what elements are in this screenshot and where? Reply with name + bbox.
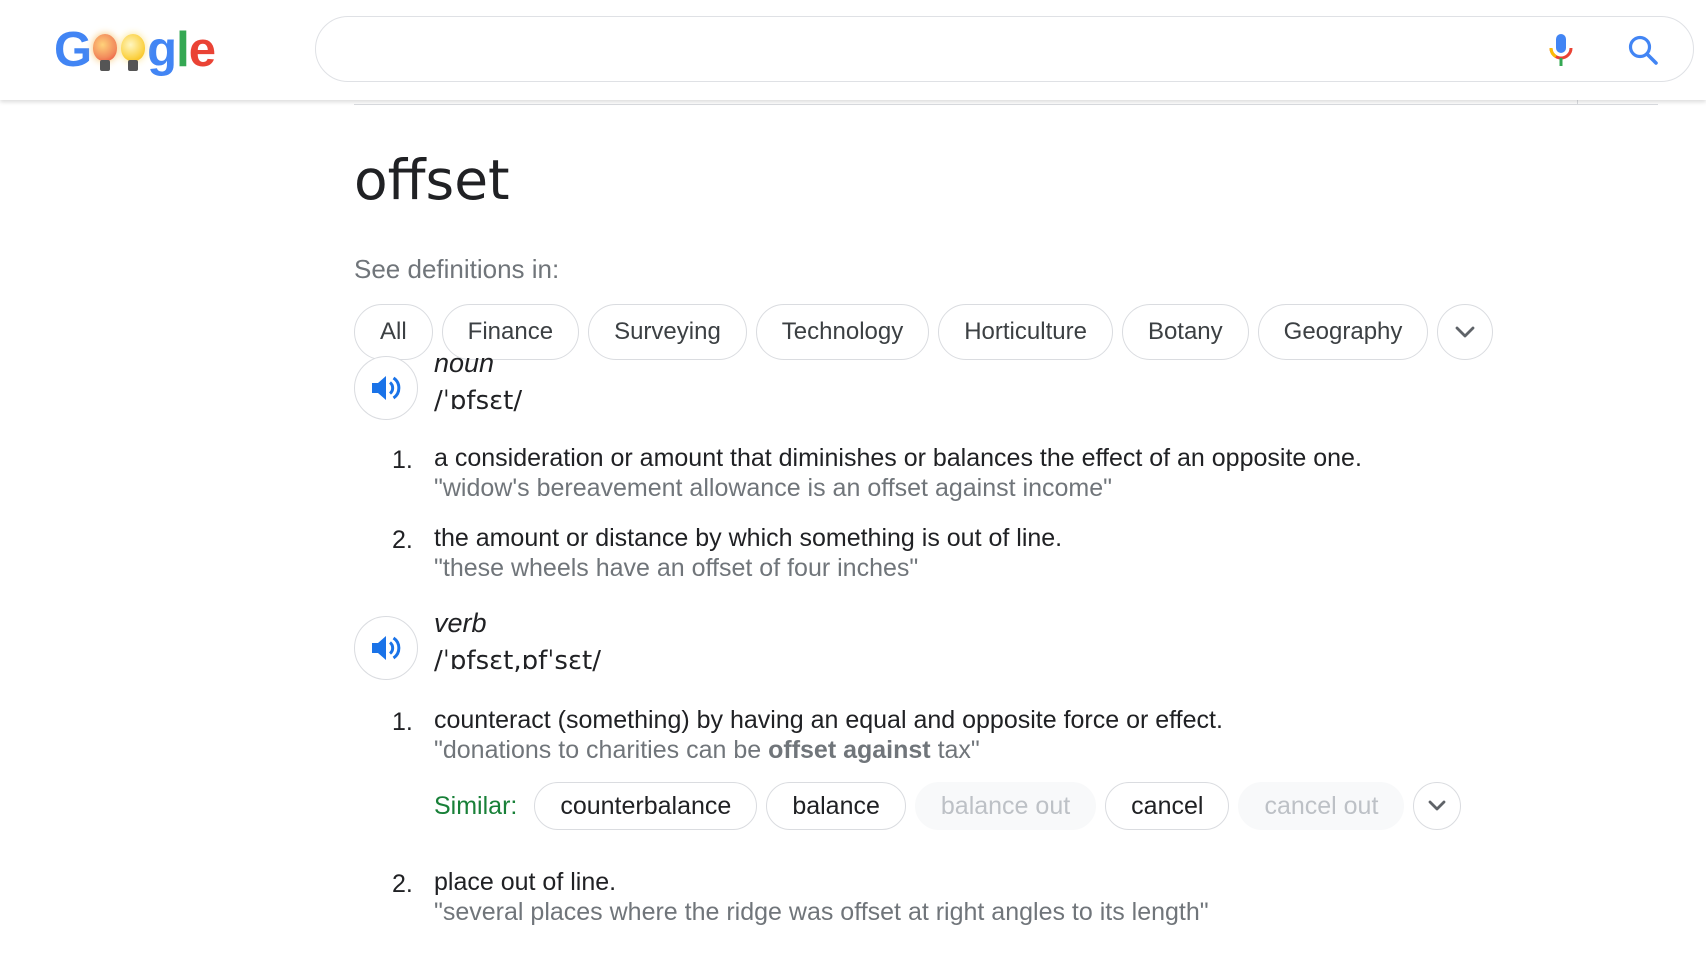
speaker-icon xyxy=(372,376,401,400)
similar-chip[interactable]: cancel xyxy=(1105,782,1230,830)
sense-definition: a consideration or amount that diminishe… xyxy=(434,444,1362,472)
speaker-icon xyxy=(372,636,401,660)
logo-letter-g2: g xyxy=(147,23,177,77)
sense-number: 2. xyxy=(392,870,413,898)
phonetic: /ˈɒfsɛt/ xyxy=(434,386,523,416)
chevron-down-icon xyxy=(1429,800,1446,811)
sense-number: 1. xyxy=(392,708,413,736)
logo-letter-e: e xyxy=(188,23,216,77)
phonetic: /ˈɒfsɛt,ɒfˈsɛt/ xyxy=(434,646,601,676)
google-logo[interactable]: G g l e xyxy=(54,18,216,82)
sense-number: 2. xyxy=(392,526,413,554)
sense-example: "several places where the ridge was offs… xyxy=(434,898,1209,926)
example-text: "donations to charities can be xyxy=(434,736,769,764)
see-definitions-label: See definitions in: xyxy=(354,254,560,284)
more-similar-button[interactable] xyxy=(1413,782,1462,830)
chip-technology[interactable]: Technology xyxy=(755,304,930,360)
entry-noun: noun /ˈɒfsɛt/ 1. a consideration or amou… xyxy=(354,348,1654,586)
entry-verb: verb /ˈɒfsɛt,ɒfˈsɛt/ 1. counteract (some… xyxy=(354,608,1654,976)
search-input[interactable] xyxy=(344,29,1528,71)
sense-example: "these wheels have an offset of four inc… xyxy=(434,554,919,582)
similar-words: Similar: counterbalance balance balance … xyxy=(434,782,1462,830)
part-of-speech: noun xyxy=(434,348,495,378)
logo-letter-g: G xyxy=(54,23,92,77)
sense-example: "donations to charities can be offset ag… xyxy=(434,736,980,765)
chevron-down-icon xyxy=(1456,326,1475,338)
chip-surveying[interactable]: Surveying xyxy=(588,304,747,360)
sense-number: 1. xyxy=(392,446,413,474)
logo-bulb-red-icon xyxy=(92,26,118,74)
domain-chips: All Finance Surveying Technology Horticu… xyxy=(354,304,1494,360)
headword: offset xyxy=(354,148,510,212)
example-highlight: offset against xyxy=(768,736,931,764)
similar-chip[interactable]: balance out xyxy=(914,782,1097,830)
part-of-speech: verb xyxy=(434,608,487,638)
top-header: G g l e xyxy=(0,0,1706,100)
similar-chip[interactable]: cancel out xyxy=(1238,782,1405,830)
chip-botany[interactable]: Botany xyxy=(1121,304,1249,360)
example-text: tax" xyxy=(930,736,980,764)
search-box[interactable] xyxy=(315,16,1694,82)
pronounce-verb-button[interactable] xyxy=(354,616,418,680)
similar-label: Similar: xyxy=(434,791,518,820)
microphone-icon[interactable] xyxy=(1541,31,1581,69)
chip-horticulture[interactable]: Horticulture xyxy=(938,304,1113,360)
similar-chip[interactable]: balance xyxy=(766,782,906,830)
sense-example: "widow's bereavement allowance is an off… xyxy=(434,474,1112,502)
card-top-border xyxy=(354,100,1658,105)
sense-definition: the amount or distance by which somethin… xyxy=(434,524,1063,552)
chip-geography[interactable]: Geography xyxy=(1257,304,1429,360)
similar-chip[interactable]: counterbalance xyxy=(534,782,758,830)
logo-letter-l: l xyxy=(176,23,190,77)
sense-definition: place out of line. xyxy=(434,868,617,896)
logo-bulb-yellow-icon xyxy=(120,26,146,74)
more-domains-button[interactable] xyxy=(1437,304,1494,360)
chip-all[interactable]: All xyxy=(354,304,433,360)
search-icon[interactable] xyxy=(1623,31,1663,69)
sense-definition: counteract (something) by having an equa… xyxy=(434,706,1223,734)
pronounce-noun-button[interactable] xyxy=(354,356,418,420)
